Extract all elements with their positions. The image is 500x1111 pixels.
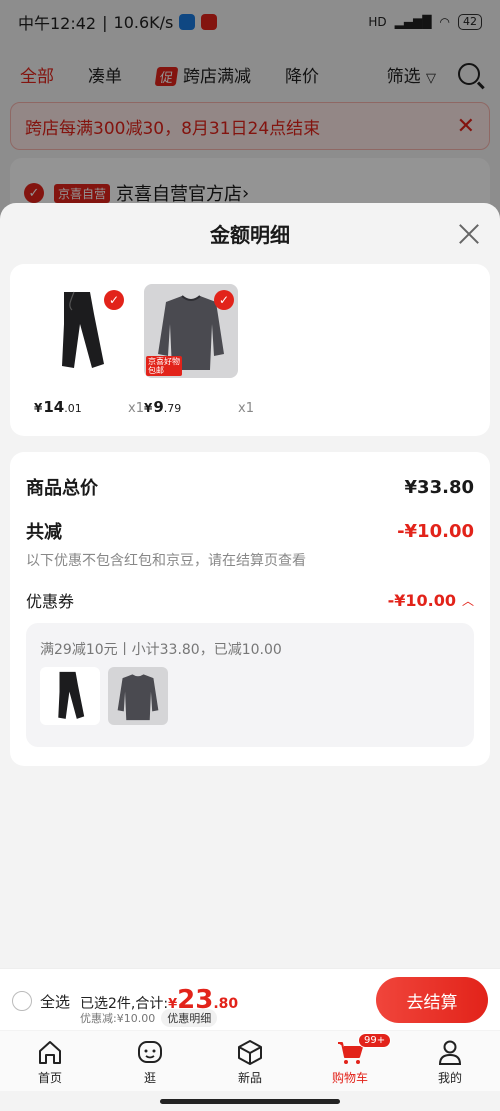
checkout-button[interactable]: 去结算 (376, 977, 488, 1023)
box-icon (238, 1040, 262, 1065)
product-price: ¥ 14 .01 x1 (34, 398, 144, 416)
products-card: ✓ ¥ 14 .01 x1 ✓ 京喜好物 包邮 ¥ 9 .79 x1 (10, 264, 490, 436)
chevron-up-icon[interactable]: ︿ (462, 592, 474, 609)
browse-face-icon (138, 1041, 162, 1063)
coupon-product-thumbnail (40, 667, 100, 725)
saving-info: 优惠减:¥10.00 优惠明细 (80, 1009, 218, 1027)
user-icon (438, 1040, 462, 1065)
product-quantity: x1 (238, 401, 254, 416)
check-icon[interactable]: ✓ (214, 290, 234, 310)
price-integer: 14 (43, 398, 65, 416)
coupon-product-thumbnail (108, 667, 168, 725)
tab-me-label: 我的 (437, 1071, 462, 1085)
pants-image (58, 671, 85, 719)
tab-me[interactable]: 我的 (400, 1031, 500, 1091)
tab-home[interactable]: 首页 (0, 1031, 100, 1091)
tab-cart[interactable]: 购物车 99+ (300, 1031, 400, 1091)
product-price: ¥ 9 .79 x1 (144, 398, 254, 416)
select-all-radio[interactable] (12, 991, 32, 1011)
product-thumbnail: ✓ 京喜好物 包邮 (144, 284, 238, 378)
total-row: 商品总价 ¥33.80 (26, 474, 474, 500)
total-label: 商品总价 (26, 478, 98, 499)
price-integer: 9 (153, 398, 164, 416)
select-all-label[interactable]: 全选 (40, 991, 70, 1012)
price-decimal: .01 (64, 402, 82, 415)
home-icon (39, 1041, 61, 1064)
currency-symbol: ¥ (144, 401, 153, 415)
close-icon[interactable] (456, 221, 482, 247)
free-shipping-tag: 京喜好物 包邮 (146, 356, 182, 376)
coupon-description: 满29减10元丨小计33.80，已减10.00 (40, 642, 282, 658)
total-value: ¥33.80 (404, 476, 474, 498)
discount-note: 以下优惠不包含红包和京豆，请在结算页查看 (26, 553, 306, 569)
free-shipping-tag-label: 包邮 (148, 366, 164, 375)
price-decimal: .79 (163, 402, 182, 415)
saving-text: 优惠减:¥10.00 (80, 1012, 156, 1025)
discount-row: 共减 -¥10.00 (26, 518, 474, 544)
coupon-row[interactable]: 优惠券 -¥10.00 ︿ (26, 588, 474, 612)
tab-new[interactable]: 新品 (200, 1031, 300, 1091)
checkout-bar: 全选 已选2件,合计: ¥ 23 .80 优惠减:¥10.00 优惠明细 去结算 (0, 968, 500, 1030)
home-indicator[interactable] (160, 1099, 340, 1104)
product-item[interactable]: ✓ 京喜好物 包邮 ¥ 9 .79 x1 (144, 284, 254, 416)
discount-label: 共减 (26, 522, 62, 543)
tab-browse[interactable]: 逛 (100, 1031, 200, 1091)
tab-new-label: 新品 (237, 1071, 262, 1085)
cart-count-badge: 99+ (358, 1033, 392, 1048)
tab-home-label: 首页 (37, 1071, 62, 1085)
product-thumbnail: ✓ (34, 284, 128, 378)
product-item[interactable]: ✓ ¥ 14 .01 x1 (34, 284, 144, 416)
tab-cart-label: 购物车 (331, 1071, 368, 1085)
product-quantity: x1 (128, 401, 144, 416)
tab-browse-label: 逛 (143, 1071, 156, 1085)
free-shipping-tag-top: 京喜好物 (148, 357, 180, 366)
currency-symbol: ¥ (34, 401, 43, 415)
discount-value: -¥10.00 (397, 520, 474, 542)
coupon-label: 优惠券 (26, 592, 75, 611)
coupon-detail-box: 满29减10元丨小计33.80，已减10.00 (26, 623, 474, 747)
check-icon[interactable]: ✓ (104, 290, 124, 310)
coupon-value: -¥10.00 (387, 590, 456, 610)
price-summary-card: 商品总价 ¥33.80 共减 -¥10.00 以下优惠不包含红包和京豆，请在结算… (10, 452, 490, 766)
sheet-title: 金额明细 (210, 223, 290, 247)
discount-detail-button[interactable]: 优惠明细 (161, 1009, 218, 1027)
sweater-image (117, 674, 159, 721)
bottom-tab-bar: 首页 逛 新品 购物车 99+ 我的 (0, 1031, 500, 1091)
